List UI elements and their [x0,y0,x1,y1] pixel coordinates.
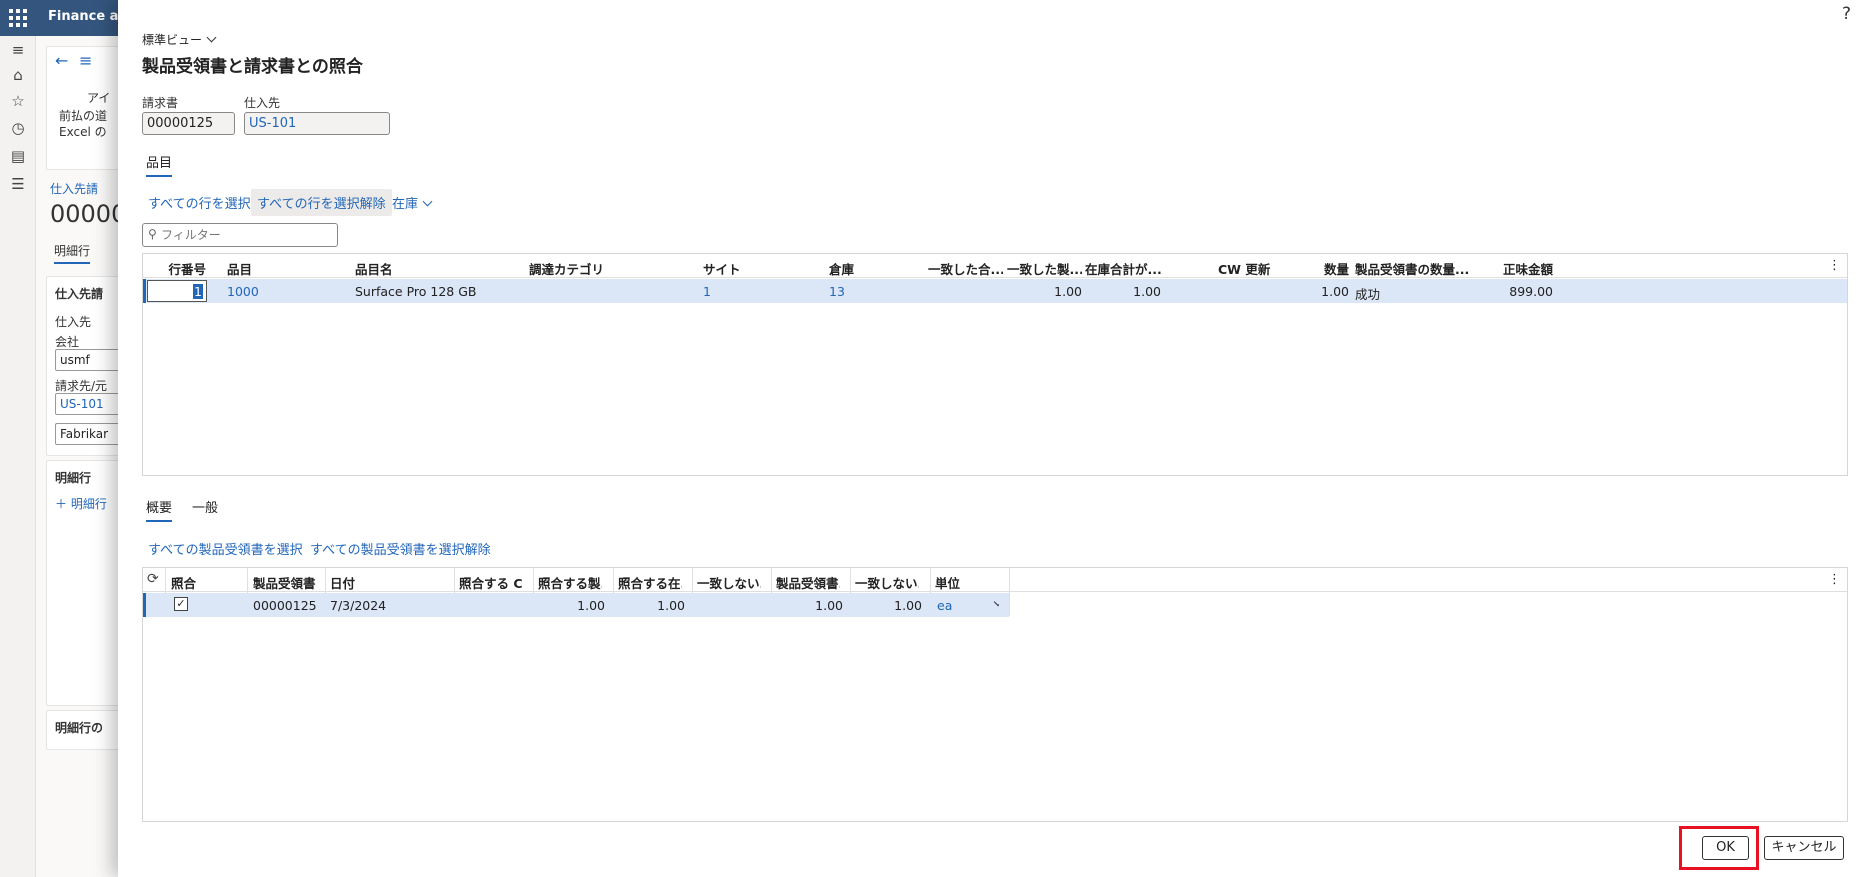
warehouse-link[interactable]: 13 [829,284,845,299]
bg-add-line: ＋ 明細行 [55,497,107,511]
modules-list-icon[interactable]: ☰ [8,174,28,194]
chevron-down-icon[interactable] [989,596,999,610]
unmatched-cell: 1.00 [894,598,922,613]
more-options-icon[interactable]: ⋮ [1828,258,1841,273]
table-row[interactable]: 1 1000 Surface Pro 128 GB 1 13 1.00 1.00… [143,279,1847,303]
column-header[interactable]: 品目 [227,259,307,278]
tab-items[interactable]: 品目 [146,152,173,177]
filter-input[interactable] [161,226,333,244]
match-dialog: 標準ビュー 製品受領書と請求書との照合 ? 請求書 00000125 仕入先 U… [118,0,1859,877]
column-header[interactable]: 製品受領書... [776,573,840,592]
chevron-down-icon [206,32,217,43]
column-header[interactable]: 一致した製... [1007,259,1082,278]
column-header[interactable]: 一致しない... [697,573,761,592]
hamburger-menu-icon[interactable]: ≡ [8,40,28,60]
menu-lines-icon: ≡ [79,51,93,70]
column-header[interactable]: 調達カテゴリ [529,259,669,278]
more-options-icon[interactable]: ⋮ [1828,572,1841,587]
vendor-label: 仕入先 [244,96,281,110]
column-header[interactable]: 数量 [1293,259,1349,278]
column-header[interactable]: 正味金額 [1463,259,1553,278]
refresh-icon[interactable]: ⟳ [147,571,159,587]
bg-header-line: アイ [87,91,111,105]
column-header[interactable]: サイト [703,259,803,278]
column-header[interactable]: 行番号 [147,259,206,278]
chevron-down-icon [422,196,433,207]
select-all-rows-button[interactable]: すべての行を選択 [148,193,251,212]
column-header[interactable]: 単位 [935,573,985,592]
column-header[interactable]: 品目名 [355,259,495,278]
help-icon[interactable]: ? [1842,4,1851,24]
bg-billto-label: 請求先/元 [55,379,108,393]
column-header[interactable]: 製品受領書の数量... [1355,259,1470,278]
receipts-grid-header: ⟳ 照合 製品受領書 日付 照合する C... 照合する製... 照合する在..… [143,568,1847,592]
favorites-star-icon[interactable]: ☆ [8,91,28,111]
item-name-cell: Surface Pro 128 GB [355,284,477,299]
bg-lines-title: 明細行 [55,471,92,485]
bg-card-line1: 前払の道 [59,109,108,123]
bg-record-title: 00000 [50,200,127,228]
column-header[interactable]: 一致しない... [855,573,919,592]
dialog-title: 製品受領書と請求書との照合 [142,57,363,77]
filter-box[interactable]: ⚲ [142,223,338,247]
column-header[interactable]: 倉庫 [829,259,929,278]
receipts-grid: ⟳ 照合 製品受領書 日付 照合する C... 照合する製... 照合する在..… [142,567,1848,822]
inventory-menu-button[interactable]: 在庫 [392,193,433,212]
deselect-all-receipts-button[interactable]: すべての製品受領書を選択解除 [310,539,491,558]
unit-select[interactable]: ea [937,598,952,613]
column-header[interactable]: 日付 [330,573,430,592]
bg-company-label: 会社 [55,335,80,349]
match-product-cell: 1.00 [577,598,605,613]
receipt-qty-cell: 1.00 [815,598,843,613]
back-arrow-icon: ← [55,51,69,70]
navigation-rail: ≡ ⌂ ☆ ◷ ▤ ☰ [0,36,36,877]
net-amount-cell: 899.00 [1509,284,1553,299]
column-header[interactable]: 在庫合計が... [1085,259,1161,278]
item-link[interactable]: 1000 [227,284,259,299]
view-selector[interactable]: 標準ビュー [142,31,217,48]
cancel-button[interactable]: キャンセル [1764,836,1844,860]
match-checkbox[interactable]: ✓ [174,597,188,611]
inventory-total-cell: 1.00 [1133,284,1161,299]
column-header[interactable]: CW 更新 [1218,259,1288,278]
home-icon[interactable]: ⌂ [8,65,28,85]
receipt-qty-status-cell: 成功 [1355,287,1381,302]
column-header[interactable]: 一致した合... [928,259,1003,278]
vendor-field[interactable]: US-101 [244,112,390,135]
ok-button[interactable]: OK [1702,836,1749,860]
column-header[interactable]: 照合 [171,573,231,592]
column-header[interactable]: 照合する在... [618,573,682,592]
bg-footer-title: 明細行の [55,721,104,735]
line-number-cell[interactable]: 1 [147,280,207,302]
match-inventory-cell: 1.00 [657,598,685,613]
date-cell: 7/3/2024 [330,598,387,613]
bg-vendor-label: 仕入先 [55,315,92,329]
selected-row-marker [143,279,146,303]
quantity-cell: 1.00 [1321,284,1349,299]
select-all-receipts-button[interactable]: すべての製品受領書を選択 [148,539,303,558]
receipt-cell: 00000125 [253,598,317,613]
lines-grid: 行番号 品目 品目名 調達カテゴリ サイト 倉庫 一致した合... 一致した製.… [142,253,1848,476]
search-icon: ⚲ [148,227,157,241]
invoice-field[interactable]: 00000125 [142,112,235,135]
selected-row-marker [143,593,146,617]
app-launcher-icon[interactable] [8,8,28,28]
matched-product-cell: 1.00 [1054,284,1082,299]
invoice-label: 請求書 [142,96,179,110]
table-row[interactable]: ✓ 00000125 7/3/2024 1.00 1.00 1.00 1.00 … [143,593,1009,617]
column-header[interactable]: 照合する製... [538,573,602,592]
column-header[interactable]: 製品受領書 [253,573,317,592]
deselect-all-rows-button[interactable]: すべての行を選択解除 [251,189,392,216]
bg-card-line2: Excel の [59,125,107,139]
site-link[interactable]: 1 [703,284,711,299]
bg-breadcrumb: 仕入先請 [50,182,99,196]
recent-clock-icon[interactable]: ◷ [8,118,28,138]
column-header[interactable]: 照合する C... [459,573,523,592]
tab-overview[interactable]: 概要 [146,497,173,522]
bg-tab-lines: 明細行 [54,242,91,264]
lines-grid-header: 行番号 品目 品目名 調達カテゴリ サイト 倉庫 一致した合... 一致した製.… [143,254,1847,278]
workspaces-icon[interactable]: ▤ [8,146,28,166]
bg-section-title: 仕入先請 [55,287,104,301]
tab-general[interactable]: 一般 [192,497,218,520]
